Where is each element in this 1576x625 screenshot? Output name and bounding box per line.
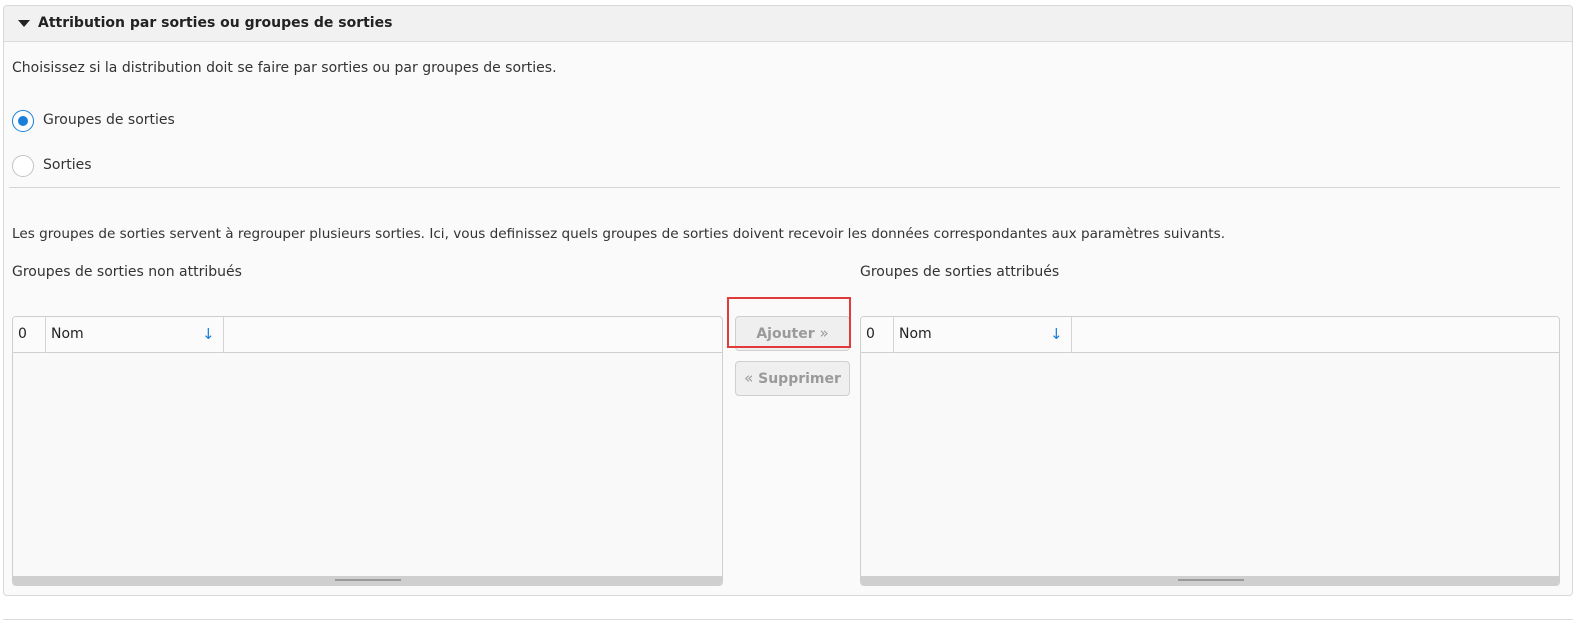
arrow-down-icon[interactable]: ↓ xyxy=(202,317,215,353)
radio-dot xyxy=(18,116,28,126)
remove-button-label: Supprimer xyxy=(758,371,841,387)
scrollbar-thumb[interactable] xyxy=(1178,579,1244,581)
panel-title: Attribution par sorties ou groupes de so… xyxy=(38,15,393,31)
chevrons-left-icon: « xyxy=(744,369,754,387)
radio-groups[interactable] xyxy=(12,110,34,132)
column-header-nom[interactable]: Nom xyxy=(46,317,224,353)
horizontal-scrollbar[interactable] xyxy=(13,576,722,585)
chevrons-right-icon: » xyxy=(819,324,829,342)
next-section-edge xyxy=(3,619,1573,620)
grid-header: 0 Nom ↓ xyxy=(861,317,1559,353)
assigned-groups-grid[interactable]: 0 Nom ↓ xyxy=(860,316,1560,586)
arrow-down-icon[interactable]: ↓ xyxy=(1050,317,1063,353)
add-button-label: Ajouter xyxy=(756,326,815,342)
assigned-groups-title: Groupes de sorties attribués xyxy=(860,264,1060,280)
unassigned-groups-grid[interactable]: 0 Nom ↓ xyxy=(12,316,723,586)
caret-down-icon[interactable] xyxy=(18,20,30,27)
mode-description: Choisissez si la distribution doit se fa… xyxy=(12,60,557,76)
radio-outputs-label[interactable]: Sorties xyxy=(43,157,92,173)
column-header-nom[interactable]: Nom xyxy=(894,317,1072,353)
grid-header: 0 Nom ↓ xyxy=(13,317,722,353)
remove-button[interactable]: « Supprimer xyxy=(735,361,850,396)
row-count-cell: 0 xyxy=(13,317,46,353)
radio-outputs[interactable] xyxy=(12,155,34,177)
horizontal-scrollbar[interactable] xyxy=(861,576,1559,585)
scrollbar-thumb[interactable] xyxy=(335,579,401,581)
divider xyxy=(9,187,1560,188)
row-count-cell: 0 xyxy=(861,317,894,353)
radio-groups-label[interactable]: Groupes de sorties xyxy=(43,112,175,128)
unassigned-groups-title: Groupes de sorties non attribués xyxy=(12,264,242,280)
panel-header[interactable]: Attribution par sorties ou groupes de so… xyxy=(4,6,1572,42)
add-button[interactable]: Ajouter » xyxy=(735,316,850,351)
groups-description: Les groupes de sorties servent à regroup… xyxy=(12,226,1226,242)
